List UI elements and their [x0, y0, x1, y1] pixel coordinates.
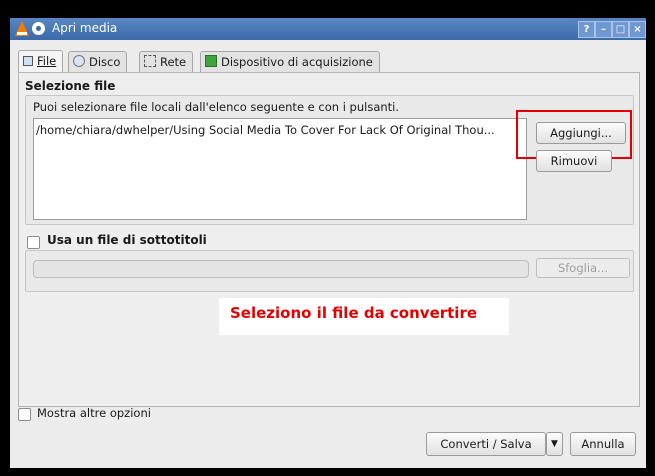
- cancel-button[interactable]: Annulla: [570, 432, 636, 456]
- list-item[interactable]: /home/chiara/dwhelper/Using Social Media…: [36, 123, 495, 137]
- annotation-text: Seleziono il file da convertire: [230, 304, 478, 322]
- window-title: Apri media: [52, 21, 118, 35]
- more-options-checkbox[interactable]: [18, 408, 31, 421]
- annotation-label: Seleziono il file da convertire: [219, 298, 509, 335]
- disc-icon: [73, 55, 85, 67]
- more-options-label: Mostra altre opzioni: [37, 406, 151, 420]
- minimize-button[interactable]: –: [595, 21, 612, 38]
- network-icon: [144, 55, 156, 67]
- vlc-cone-icon: [15, 21, 29, 36]
- file-selection-description: Puoi selezionare file locali dall'elenco…: [33, 100, 400, 114]
- open-media-dialog: Apri media ? – □ × File Disco Rete Dispo…: [10, 18, 646, 468]
- remove-file-button[interactable]: Rimuovi: [536, 150, 612, 172]
- play-file-icon: [23, 56, 33, 66]
- close-button[interactable]: ×: [629, 21, 646, 38]
- subtitle-path-field[interactable]: [33, 260, 529, 278]
- tab-label: Dispositivo di acquisizione: [221, 55, 373, 69]
- title-bar[interactable]: Apri media ? – □ ×: [10, 18, 646, 40]
- maximize-button[interactable]: □: [612, 21, 629, 38]
- tab-disco[interactable]: Disco: [68, 51, 128, 72]
- window-menu-icon[interactable]: [32, 22, 45, 35]
- file-selection-title: Selezione file: [25, 79, 116, 93]
- help-button[interactable]: ?: [578, 21, 595, 38]
- chevron-down-icon: ▼: [551, 439, 558, 449]
- tab-label: File: [37, 54, 57, 68]
- tab-capture-device[interactable]: Dispositivo di acquisizione: [200, 51, 380, 72]
- convert-dropdown-button[interactable]: ▼: [546, 432, 563, 456]
- capture-card-icon: [205, 55, 217, 67]
- file-list[interactable]: /home/chiara/dwhelper/Using Social Media…: [33, 118, 527, 220]
- tab-label: Disco: [89, 55, 121, 69]
- file-tab-panel: Selezione file Puoi selezionare file loc…: [18, 72, 640, 407]
- subtitles-label: Usa un file di sottotitoli: [47, 233, 207, 247]
- subtitles-checkbox[interactable]: [27, 236, 40, 249]
- tab-rete[interactable]: Rete: [139, 51, 194, 72]
- tab-file[interactable]: File: [18, 50, 64, 73]
- browse-subtitle-button[interactable]: Sfoglia...: [536, 258, 630, 278]
- tab-label: Rete: [160, 55, 187, 69]
- convert-save-button[interactable]: Converti / Salva: [426, 432, 546, 456]
